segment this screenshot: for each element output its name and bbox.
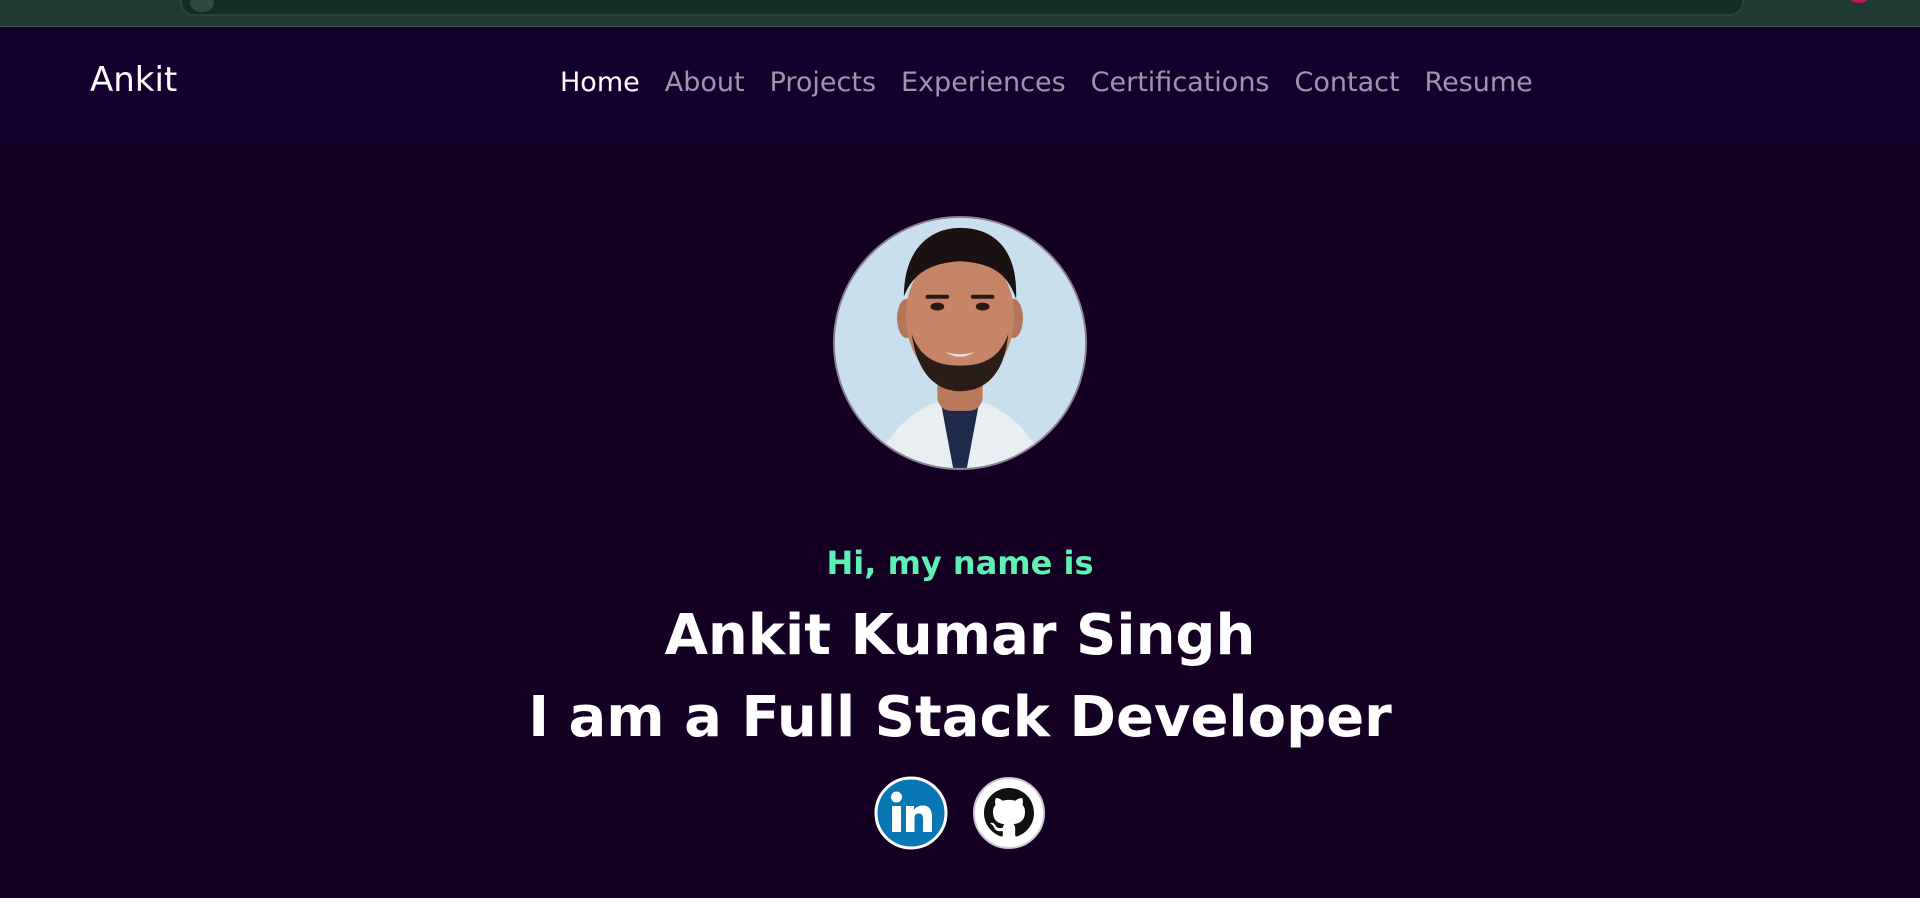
profile-avatar xyxy=(833,216,1087,470)
profile-badge-icon[interactable] xyxy=(1848,0,1870,3)
nav-link-home[interactable]: Home xyxy=(560,69,640,96)
address-bar[interactable] xyxy=(180,0,1744,16)
browser-chrome-strip xyxy=(0,0,1920,27)
nav-link-projects[interactable]: Projects xyxy=(770,69,876,96)
nav-link-resume[interactable]: Resume xyxy=(1425,69,1533,96)
social-links xyxy=(0,776,1920,850)
github-icon xyxy=(973,777,1045,849)
hero-name: Ankit Kumar Singh xyxy=(664,603,1256,668)
linkedin-icon xyxy=(874,776,948,850)
hero-greeting: Hi, my name is xyxy=(826,544,1094,582)
nav-link-contact[interactable]: Contact xyxy=(1295,69,1400,96)
site-info-icon[interactable] xyxy=(190,0,214,12)
brand-logo[interactable]: Ankit xyxy=(90,63,177,97)
github-link[interactable] xyxy=(972,776,1046,850)
profile-photo xyxy=(835,218,1085,468)
navbar: Ankit Home About Projects Experiences Ce… xyxy=(0,27,1920,144)
nav-link-about[interactable]: About xyxy=(665,69,745,96)
linkedin-link[interactable] xyxy=(874,776,948,850)
hero-section: Hi, my name is Ankit Kumar Singh I am a … xyxy=(0,144,1920,898)
nav-link-certifications[interactable]: Certifications xyxy=(1091,69,1270,96)
nav-links: Home About Projects Experiences Certific… xyxy=(560,69,1533,96)
nav-link-experiences[interactable]: Experiences xyxy=(901,69,1066,96)
hero-role: I am a Full Stack Developer xyxy=(528,685,1392,750)
